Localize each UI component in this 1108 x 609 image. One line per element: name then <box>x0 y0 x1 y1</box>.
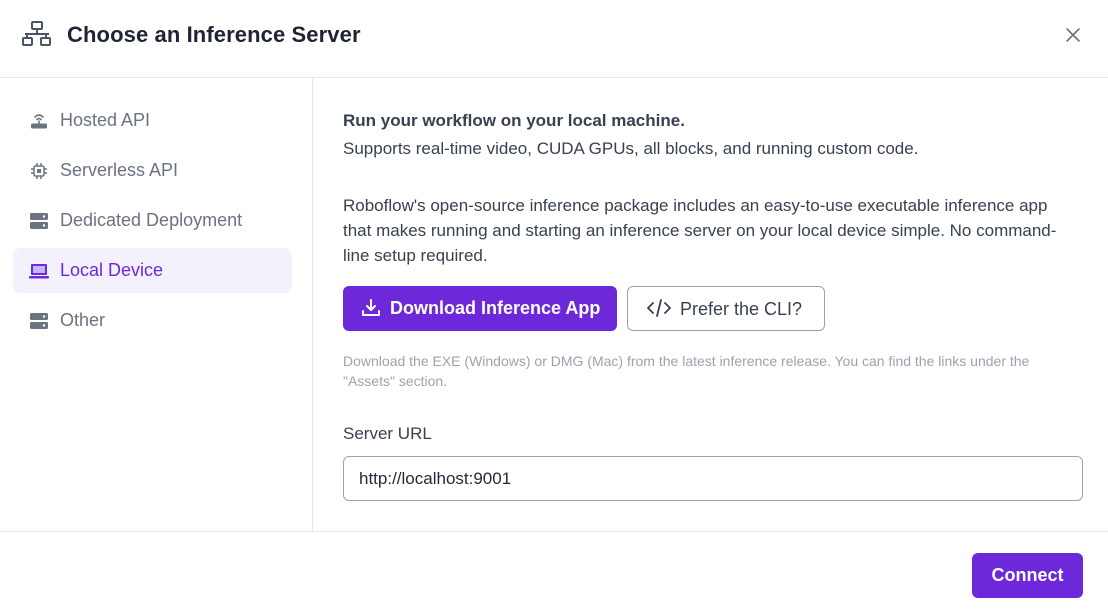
download-button-label: Download Inference App <box>390 298 601 318</box>
panel-heading: Run your workflow on your local machine. <box>343 111 685 130</box>
connect-button[interactable]: Connect <box>972 553 1083 598</box>
sidebar-item-serverless-api[interactable]: Serverless API <box>13 148 292 193</box>
cli-button-label: Prefer the CLI? <box>680 299 803 319</box>
dialog-title: Choose an Inference Server <box>67 22 361 47</box>
sidebar-item-label: Serverless API <box>60 160 179 180</box>
prefer-cli-button[interactable]: Prefer the CLI? <box>627 286 825 331</box>
sidebar-item-label: Hosted API <box>60 110 151 130</box>
dialog-footer: Connect <box>0 531 1108 609</box>
laptop-icon <box>29 264 49 279</box>
sidebar-item-dedicated-deployment[interactable]: Dedicated Deployment <box>13 198 292 243</box>
server-type-sidebar: Hosted API Serverless API Dedicated Depl… <box>0 78 313 531</box>
cpu-chip-icon <box>31 163 47 179</box>
server-url-input[interactable] <box>343 456 1083 501</box>
router-icon <box>31 114 47 129</box>
download-icon <box>362 299 380 316</box>
dialog-header: Choose an Inference Server <box>0 0 1108 78</box>
sidebar-item-hosted-api[interactable]: Hosted API <box>13 98 292 143</box>
network-icon <box>22 21 51 46</box>
code-icon <box>647 299 671 317</box>
sidebar-item-other[interactable]: Other <box>13 298 292 343</box>
server-icon <box>30 213 48 229</box>
download-inference-app-button[interactable]: Download Inference App <box>343 286 617 331</box>
panel-description: Roboflow's open-source inference package… <box>343 196 1057 265</box>
sidebar-item-local-device[interactable]: Local Device <box>13 248 292 293</box>
sidebar-item-label: Local Device <box>60 260 164 280</box>
sidebar-item-label: Dedicated Deployment <box>60 210 243 230</box>
server-url-label: Server URL <box>343 424 432 443</box>
close-icon[interactable] <box>1062 24 1084 46</box>
server-icon <box>30 313 48 329</box>
sidebar-item-label: Other <box>60 310 106 330</box>
download-hint-text: Download the EXE (Windows) or DMG (Mac) … <box>343 353 1030 389</box>
panel-subheading: Supports real-time video, CUDA GPUs, all… <box>343 139 919 158</box>
